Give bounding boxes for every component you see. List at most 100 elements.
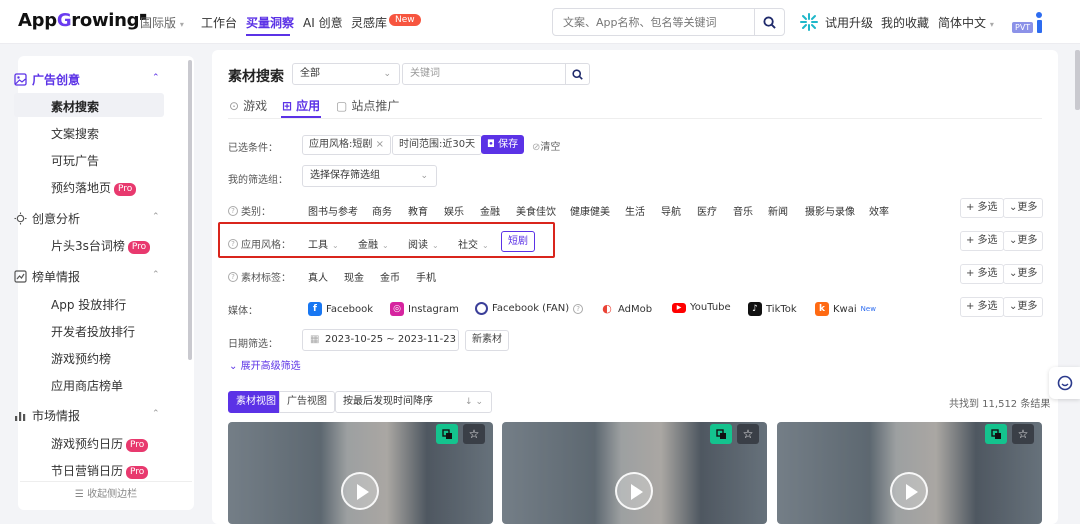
- scope-select[interactable]: 全部 ⌄: [292, 63, 400, 85]
- user-avatar-icon[interactable]: [1036, 12, 1042, 34]
- chevron-up-icon[interactable]: ⌃: [152, 409, 160, 419]
- clear-button[interactable]: ⊘清空: [532, 138, 560, 153]
- media-instagram[interactable]: ◎ Instagram: [390, 302, 459, 316]
- keyword-input[interactable]: 关键词: [402, 63, 566, 85]
- tab-apps[interactable]: ⊞ 应用: [282, 97, 320, 114]
- multi-select-button[interactable]: + 多选: [960, 198, 1004, 218]
- sidebar-item-game-calendar[interactable]: 游戏预约日历 Pro: [51, 435, 149, 452]
- play-icon[interactable]: [341, 472, 379, 510]
- page-scrollbar[interactable]: [1075, 50, 1080, 110]
- category-photo[interactable]: 摄影与录像: [805, 203, 855, 218]
- tag-real-person[interactable]: 真人: [308, 269, 328, 284]
- sidebar-item-material-search[interactable]: 素材搜索: [51, 98, 99, 115]
- region-select[interactable]: 国际版 ▾: [140, 14, 184, 31]
- copy-icon[interactable]: [710, 424, 732, 444]
- copy-icon[interactable]: [985, 424, 1007, 444]
- sidebar-item-game-preorder[interactable]: 游戏预约榜: [51, 350, 111, 367]
- sidebar-item-landing-page[interactable]: 预约落地页 Pro: [51, 179, 137, 196]
- sidebar-item-store-rank[interactable]: 应用商店榜单: [51, 377, 123, 394]
- save-button[interactable]: ◘ 保存: [481, 135, 525, 154]
- help-icon[interactable]: ?: [228, 205, 238, 216]
- ad-view-button[interactable]: 广告视图: [279, 391, 335, 413]
- material-view-button[interactable]: 素材视图: [228, 391, 284, 413]
- category-medical[interactable]: 医疗: [697, 203, 717, 218]
- chat-button[interactable]: [1049, 367, 1080, 399]
- media-kwai[interactable]: k Kwai New: [815, 302, 876, 316]
- category-health[interactable]: 健康健美: [570, 203, 610, 218]
- more-button[interactable]: ⌄更多: [1003, 297, 1044, 317]
- sidebar-item-holiday-calendar[interactable]: 节日营销日历 Pro: [51, 462, 149, 479]
- tab-games[interactable]: ⊙ 游戏: [229, 97, 267, 114]
- multi-select-button[interactable]: + 多选: [960, 264, 1004, 284]
- close-icon[interactable]: ×: [376, 139, 384, 150]
- star-icon[interactable]: ☆: [463, 424, 485, 444]
- category-books[interactable]: 图书与参考: [308, 203, 358, 218]
- sidebar-item-3s-lines[interactable]: 片头3s台词榜 Pro: [51, 237, 151, 254]
- date-range-picker[interactable]: ▦ 2023-10-25 ~ 2023-11-23: [302, 329, 459, 351]
- multi-select-button[interactable]: + 多选: [960, 231, 1004, 251]
- media-admob[interactable]: ◐ AdMob: [600, 302, 652, 316]
- more-button[interactable]: ⌄更多: [1003, 198, 1044, 218]
- sidebar-group-ranking[interactable]: 榜单情报: [14, 268, 80, 285]
- tag-coins[interactable]: 金币: [380, 269, 400, 284]
- sort-select[interactable]: 按最后发现时间降序 ↓ ⌄: [335, 391, 492, 413]
- tag-phone[interactable]: 手机: [416, 269, 436, 284]
- category-finance[interactable]: 金融: [480, 203, 500, 218]
- play-icon[interactable]: [615, 472, 653, 510]
- more-button[interactable]: ⌄更多: [1003, 231, 1044, 251]
- upgrade-link[interactable]: 试用升级: [825, 14, 873, 31]
- my-filter-select[interactable]: 选择保存筛选组 ⌄: [302, 165, 437, 187]
- copy-icon[interactable]: [436, 424, 458, 444]
- category-productivity[interactable]: 效率: [869, 203, 889, 218]
- media-youtube[interactable]: ▶ YouTube: [672, 302, 731, 313]
- media-tiktok[interactable]: ♪ TikTok: [748, 302, 797, 316]
- language-select[interactable]: 简体中文 ▾: [938, 14, 994, 31]
- sidebar-item-copy-search[interactable]: 文案搜索: [51, 125, 99, 142]
- multi-select-button[interactable]: + 多选: [960, 297, 1004, 317]
- category-education[interactable]: 教育: [408, 203, 428, 218]
- sidebar-item-playable-ads[interactable]: 可玩广告: [51, 152, 99, 169]
- new-material-toggle[interactable]: 新素材: [465, 330, 509, 351]
- sidebar-group-analysis[interactable]: 创意分析: [14, 210, 80, 227]
- nav-ai-creative[interactable]: AI 创意: [303, 14, 343, 31]
- help-icon[interactable]: ?: [573, 303, 584, 314]
- search-button[interactable]: [754, 9, 784, 35]
- chip-time-range[interactable]: 时间范围:近30天: [392, 135, 483, 155]
- play-icon[interactable]: [890, 472, 928, 510]
- category-lifestyle[interactable]: 生活: [625, 203, 645, 218]
- favorites-link[interactable]: 我的收藏: [881, 14, 929, 31]
- sidebar-item-app-rank[interactable]: App 投放排行: [51, 296, 126, 313]
- category-entertainment[interactable]: 娱乐: [444, 203, 464, 218]
- keyword-search-button[interactable]: [566, 63, 590, 85]
- collapse-sidebar-button[interactable]: ☰ 收起侧边栏: [20, 481, 192, 509]
- chevron-down-icon: ⌄: [229, 361, 238, 372]
- sidebar-group-market[interactable]: 市场情报: [14, 407, 80, 424]
- nav-inspiration[interactable]: 灵感库: [351, 14, 387, 31]
- search-input[interactable]: [553, 9, 753, 35]
- category-music[interactable]: 音乐: [733, 203, 753, 218]
- chevron-up-icon[interactable]: ⌃: [152, 212, 160, 222]
- sidebar-item-developer-rank[interactable]: 开发者投放排行: [51, 323, 135, 340]
- tag-cash[interactable]: 现金: [344, 269, 364, 284]
- chevron-up-icon[interactable]: ⌃: [152, 270, 160, 280]
- help-icon[interactable]: ?: [228, 271, 238, 282]
- category-news[interactable]: 新闻: [768, 203, 788, 218]
- star-icon[interactable]: ☆: [737, 424, 759, 444]
- app-logo[interactable]: AppGrowing■: [18, 10, 147, 31]
- nav-ad-insight[interactable]: 买量洞察: [246, 14, 294, 31]
- sidebar-group-creative[interactable]: 广告创意: [14, 71, 80, 88]
- chip-app-style[interactable]: 应用风格:短剧 ×: [302, 135, 391, 155]
- category-business[interactable]: 商务: [372, 203, 392, 218]
- category-food[interactable]: 美食佳饮: [516, 203, 556, 218]
- fan-icon: [475, 302, 488, 315]
- advanced-filter-toggle[interactable]: ⌄ 展开高级筛选: [229, 357, 301, 372]
- nav-workbench[interactable]: 工作台: [201, 14, 237, 31]
- media-facebook-fan[interactable]: Facebook (FAN)?: [475, 302, 584, 315]
- chevron-up-icon[interactable]: ⌃: [152, 73, 160, 83]
- star-icon[interactable]: ☆: [1012, 424, 1034, 444]
- media-facebook[interactable]: f Facebook: [308, 302, 373, 316]
- tab-site-promo[interactable]: ▢ 站点推广: [336, 97, 399, 114]
- category-navigation[interactable]: 导航: [661, 203, 681, 218]
- more-button[interactable]: ⌄更多: [1003, 264, 1044, 284]
- sidebar-scrollbar[interactable]: [188, 60, 192, 360]
